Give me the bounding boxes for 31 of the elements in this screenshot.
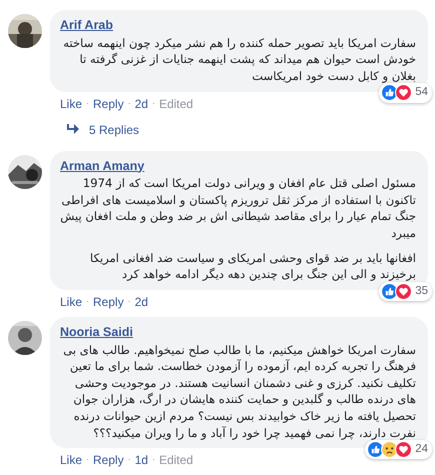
reactions-badge[interactable]: 54 (379, 83, 432, 103)
comment-text: سفارت امریکا باید تصویر حمله کننده را هم نشر میکرد چون اینهمه ساخته خودش است حیوان هم میداند که پشت اینهمه جنایات از غزنی گرفته تا بغلان و کابل دست خود امریکاست (62, 34, 416, 85)
reactions-badge[interactable]: 24 (365, 440, 432, 460)
comment-text: سفارت امریکا خواهش میکنیم، ما با طالب صلح نمیخواهیم. طالب های بی فرهنگ را تجربه کرده ایم، آزموده را آزمودن خطاست. شما برای ما تعین تکلیف نکنید. کرزی و غنی دشمنان انسانیت هستند. در موجودیت وحشی های درنده طالب و گلبدین و حمایت کننده هایشان در ارگ، هزاران جوان تحصیل یافته ما زیر خاک خوابیدند بس نیست؟ مردم ازین حیوانات درنده نفرت دارند، چرا نمی فهمید چرا خود را آباد و ما را ویران میکنید؟؟؟ (62, 342, 416, 442)
author-name[interactable]: Nooria Saidi (60, 322, 133, 342)
author-name[interactable]: Arman Amany (60, 156, 144, 176)
edited-label: Edited (159, 452, 194, 470)
timestamp[interactable]: 1d (134, 451, 148, 470)
reactions-badge[interactable]: 35 (379, 282, 432, 301)
timestamp[interactable]: 2d (134, 94, 148, 113)
separator-dot: · (128, 453, 131, 466)
separator-dot: · (86, 96, 90, 110)
reply-link[interactable]: Reply (93, 451, 124, 470)
separator-dot: · (128, 96, 131, 110)
reply-link[interactable]: Reply (93, 94, 124, 113)
edited-label: Edited (159, 96, 194, 113)
replies-link[interactable]: 5 Replies (89, 120, 140, 139)
like-link[interactable]: Like (60, 451, 82, 470)
reply-link[interactable]: Reply (93, 292, 124, 311)
comment-text: مسئول اصلی قتل عام افغان و ویرانی دولت امریکا است که از 1974 تاکنون با استفاده از مرکز ثقل تروریزم پاکستان و اسلامیست های افراطی جنگ تمام عیار را برای مقاصد شیطانی اش بر ضد وطن و ملت افغان پیش میبرد (60, 175, 416, 242)
separator-dot: · (152, 96, 156, 110)
separator-dot: · (128, 295, 131, 308)
separator-dot: · (152, 453, 156, 466)
comment-text: افغانها باید بر ضد قوای وحشی امریکای و سیاست ضد افغانی امریکا برخیزند و الی این جنگ برای چندین دهه دیگر ادامه خواهد کرد (89, 250, 416, 283)
like-link[interactable]: Like (60, 292, 82, 311)
author-name[interactable]: Arif Arab (60, 16, 114, 35)
reply-arrow-icon (66, 124, 79, 136)
separator-dot: · (86, 453, 90, 466)
timestamp[interactable]: 2d (134, 292, 148, 311)
separator-dot: · (86, 295, 90, 308)
like-link[interactable]: Like (60, 94, 82, 113)
